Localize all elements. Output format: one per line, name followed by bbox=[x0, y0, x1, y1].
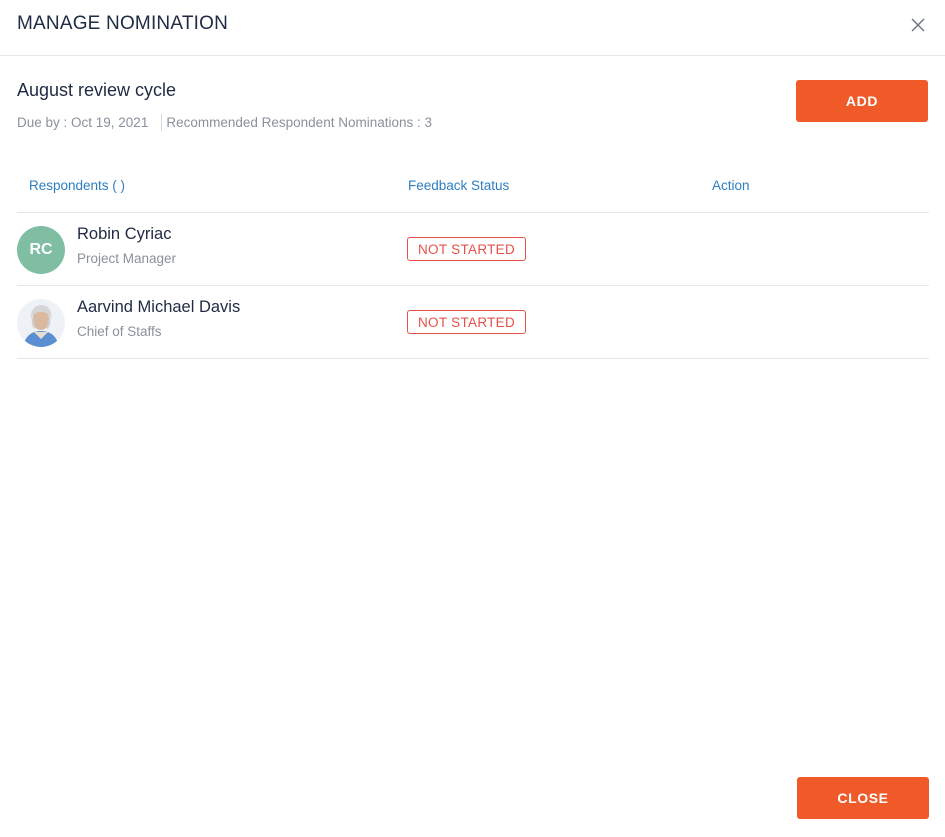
meta-divider bbox=[161, 114, 163, 131]
cycle-meta: Due by : Oct 19, 2021 Recommended Respon… bbox=[17, 114, 432, 131]
due-date: Due by : Oct 19, 2021 bbox=[17, 115, 149, 130]
avatar: RC bbox=[17, 226, 65, 274]
respondents-table: Respondents ( ) Feedback Status Action R… bbox=[17, 160, 929, 359]
avatar bbox=[17, 299, 65, 347]
close-button[interactable]: CLOSE bbox=[797, 777, 929, 819]
close-icon[interactable] bbox=[908, 15, 928, 35]
respondent-role: Chief of Staffs bbox=[77, 324, 162, 339]
respondent-name: Robin Cyriac bbox=[77, 225, 172, 243]
respondent-role: Project Manager bbox=[77, 251, 177, 266]
table-row: RC Robin Cyriac Project Manager NOT STAR… bbox=[17, 213, 929, 286]
table-header: Respondents ( ) Feedback Status Action bbox=[17, 160, 929, 213]
status-badge: NOT STARTED bbox=[407, 237, 526, 261]
recommended-nominations: Recommended Respondent Nominations : 3 bbox=[166, 115, 432, 130]
respondent-name: Aarvind Michael Davis bbox=[77, 298, 241, 316]
table-row: Aarvind Michael Davis Chief of Staffs NO… bbox=[17, 286, 929, 359]
modal-header: MANAGE NOMINATION bbox=[0, 0, 945, 56]
manage-nomination-modal: MANAGE NOMINATION August review cycle Du… bbox=[0, 0, 945, 837]
cycle-title: August review cycle bbox=[17, 80, 177, 100]
add-button[interactable]: ADD bbox=[796, 80, 928, 122]
status-badge: NOT STARTED bbox=[407, 310, 526, 334]
header-action[interactable]: Action bbox=[712, 178, 750, 193]
modal-title: MANAGE NOMINATION bbox=[17, 13, 228, 34]
header-respondents[interactable]: Respondents ( ) bbox=[29, 178, 125, 193]
header-feedback-status[interactable]: Feedback Status bbox=[408, 178, 509, 193]
user-photo-icon bbox=[17, 299, 65, 347]
